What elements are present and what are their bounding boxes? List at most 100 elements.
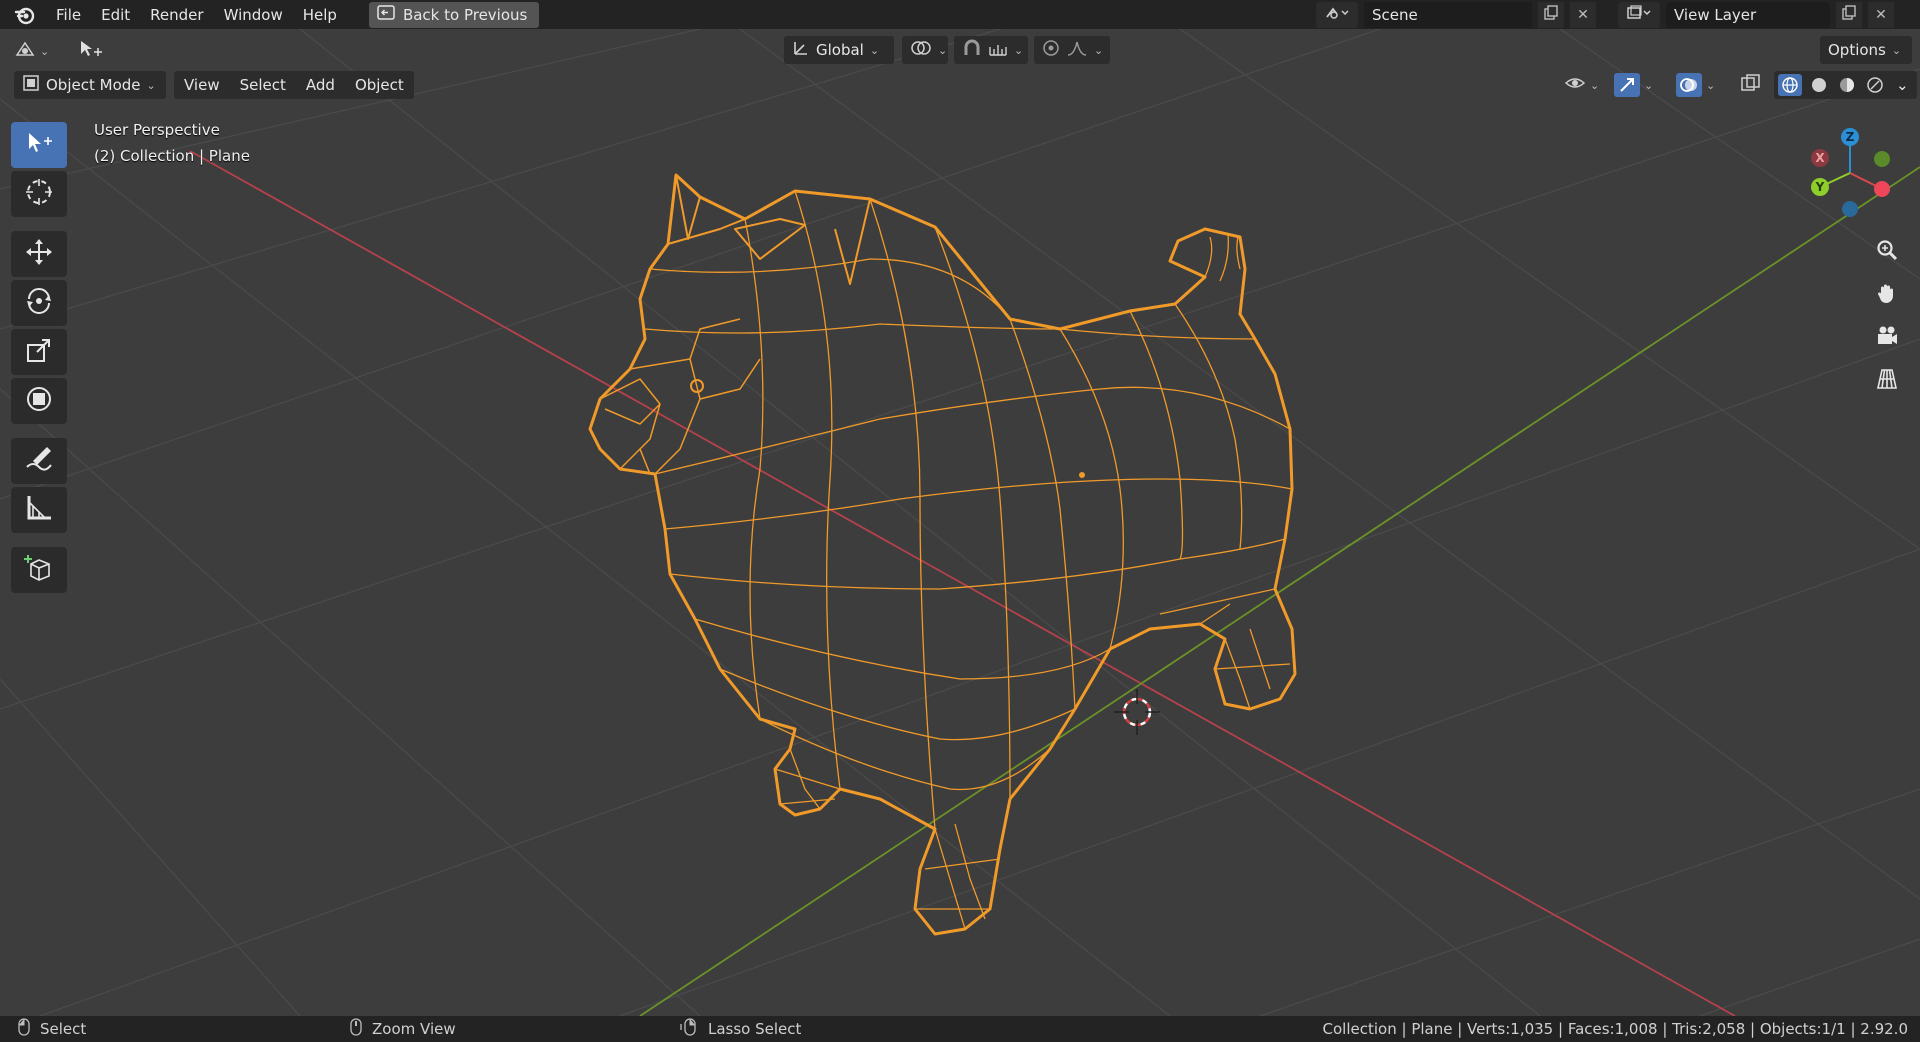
status-zoom-label: Zoom View xyxy=(372,1020,456,1038)
editor-type-button[interactable]: ⌄ xyxy=(14,37,49,65)
scene-copy-button[interactable] xyxy=(1538,2,1564,28)
gizmo-x-label: X xyxy=(1815,151,1825,165)
transform-icon xyxy=(23,383,55,419)
pivot-point-dropdown[interactable]: ⌄ xyxy=(902,36,948,64)
view-layer-name-field[interactable]: View Layer xyxy=(1666,2,1830,28)
cursor-tool[interactable] xyxy=(11,171,67,217)
3d-cursor[interactable] xyxy=(1114,689,1160,735)
camera-icon xyxy=(1875,324,1899,352)
scene-close-button[interactable]: ✕ xyxy=(1570,2,1596,28)
menu-select[interactable]: Select xyxy=(230,71,296,99)
menu-help[interactable]: Help xyxy=(293,3,347,27)
mouse-left-icon xyxy=(18,1018,30,1040)
blender-logo-icon[interactable] xyxy=(12,2,38,28)
status-bar: Select Zoom View Lasso Select Collection… xyxy=(0,1016,1920,1042)
add-cube-tool[interactable] xyxy=(11,547,67,593)
x-axis-line xyxy=(189,150,1736,1016)
view-layer-copy-button[interactable] xyxy=(1836,2,1862,28)
rotate-tool[interactable] xyxy=(11,280,67,326)
transform-orientation-dropdown[interactable]: Global ⌄ xyxy=(784,36,894,64)
visibility-dropdown[interactable]: ⌄ xyxy=(1564,71,1599,99)
annotate-tool[interactable] xyxy=(11,438,67,484)
select-box-tool[interactable] xyxy=(11,122,67,168)
active-collection-label: (2) Collection | Plane xyxy=(94,147,250,165)
floor-grid xyxy=(0,29,1920,1016)
status-lasso-label: Lasso Select xyxy=(708,1020,802,1038)
chevron-down-icon: ⌄ xyxy=(1590,78,1600,92)
overlays-icon xyxy=(1676,73,1702,97)
material-shading-icon[interactable] xyxy=(1836,74,1858,96)
selected-mesh-wireframe[interactable] xyxy=(588,173,1297,936)
transform-tool[interactable] xyxy=(11,378,67,424)
view-layer-browse-button[interactable] xyxy=(1618,2,1660,28)
move-icon xyxy=(23,236,55,272)
pan-view-button[interactable] xyxy=(1868,276,1906,314)
solid-shading-icon[interactable] xyxy=(1808,74,1830,96)
chevron-down-icon: ⌄ xyxy=(146,78,156,92)
falloff-icon xyxy=(1066,39,1088,61)
navigation-gizmo[interactable]: Z Y X xyxy=(1800,125,1910,225)
menu-edit[interactable]: Edit xyxy=(91,3,140,27)
scale-tool[interactable] xyxy=(11,329,67,375)
chevron-down-icon: ⌄ xyxy=(1644,78,1654,92)
snap-increment-icon xyxy=(988,39,1008,61)
rendered-shading-icon[interactable] xyxy=(1864,74,1886,96)
move-tool[interactable] xyxy=(11,231,67,277)
transform-orientation-label: Global xyxy=(816,41,864,59)
3d-viewport[interactable]: ⌄ Global ⌄ ⌄ ⌄ ⌄ Options ⌄ Object Mode ⌄… xyxy=(0,29,1920,1016)
top-menubar: File Edit Render Window Help Back to Pre… xyxy=(0,0,1920,29)
snapping-group[interactable]: ⌄ xyxy=(954,36,1028,64)
status-hint-select: Select xyxy=(18,1018,86,1040)
chevron-down-icon[interactable]: ⌄ xyxy=(1892,71,1913,99)
view-layer-close-button[interactable]: ✕ xyxy=(1868,2,1894,28)
y-axis-line xyxy=(639,166,1920,1016)
back-to-previous-button[interactable]: Back to Previous xyxy=(368,1,540,28)
menu-file[interactable]: File xyxy=(46,3,91,27)
rotate-icon xyxy=(23,285,55,321)
camera-view-button[interactable] xyxy=(1868,319,1906,357)
magnifier-icon xyxy=(1875,238,1899,266)
zoom-view-button[interactable] xyxy=(1868,233,1906,271)
gizmo-neg-z-axis[interactable] xyxy=(1842,201,1858,217)
select-box-icon xyxy=(24,129,54,161)
xray-icon xyxy=(1740,73,1762,97)
scene-name-field[interactable]: Scene xyxy=(1364,2,1532,28)
close-icon: ✕ xyxy=(1875,7,1887,23)
copy-icon xyxy=(1841,5,1857,25)
gizmo-x-axis[interactable] xyxy=(1874,181,1890,197)
options-dropdown[interactable]: Options ⌄ xyxy=(1820,36,1912,64)
menu-add[interactable]: Add xyxy=(296,71,345,99)
status-select-label: Select xyxy=(40,1020,87,1038)
object-mode-dropdown[interactable]: Object Mode ⌄ xyxy=(14,71,166,99)
menu-render[interactable]: Render xyxy=(140,3,213,27)
menu-object[interactable]: Object xyxy=(345,71,414,99)
scene-statistics: Collection | Plane | Verts:1,035 | Faces… xyxy=(1322,1020,1908,1038)
toggle-perspective-button[interactable] xyxy=(1868,362,1906,400)
mouse-right-drag-icon xyxy=(680,1018,698,1040)
hand-icon xyxy=(1875,281,1899,309)
options-label: Options xyxy=(1828,41,1886,59)
eye-icon xyxy=(1564,74,1586,96)
gizmo-toggle[interactable]: ⌄ xyxy=(1614,71,1653,99)
chevron-down-icon: ⌄ xyxy=(869,43,880,57)
shading-modes: ⌄ xyxy=(1774,71,1917,99)
scene-icon xyxy=(1324,5,1350,25)
scene-browse-button[interactable] xyxy=(1316,2,1358,28)
back-to-previous-label: Back to Previous xyxy=(402,5,528,24)
overlays-toggle[interactable]: ⌄ xyxy=(1676,71,1715,99)
gizmo-z-label: Z xyxy=(1846,130,1855,144)
transform-pivot-button[interactable] xyxy=(78,37,104,65)
menu-window[interactable]: Window xyxy=(214,3,293,27)
status-hint-zoom: Zoom View xyxy=(350,1018,456,1040)
menu-view[interactable]: View xyxy=(174,71,230,99)
scale-icon xyxy=(23,334,55,370)
select-arrow-icon xyxy=(78,38,104,64)
proportional-editing-group[interactable]: ⌄ xyxy=(1034,36,1110,64)
gizmo-icon xyxy=(1614,73,1640,97)
copy-icon xyxy=(1543,5,1559,25)
measure-tool[interactable] xyxy=(11,487,67,533)
magnet-icon xyxy=(962,39,982,61)
wireframe-shading-icon[interactable] xyxy=(1778,74,1802,96)
xray-toggle[interactable] xyxy=(1740,71,1762,99)
gizmo-neg-y-axis[interactable] xyxy=(1874,151,1890,167)
